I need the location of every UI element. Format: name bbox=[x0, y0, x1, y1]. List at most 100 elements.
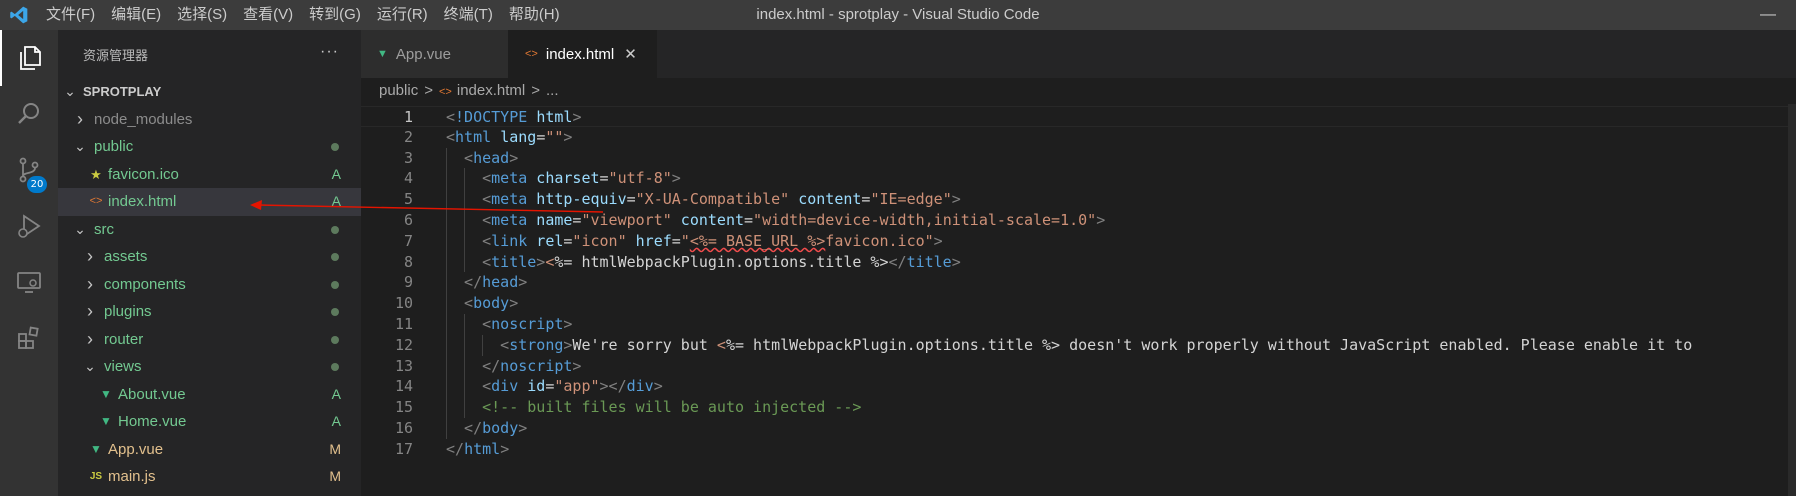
project-name: SPROTPLAY bbox=[83, 84, 162, 99]
line-number: 5 bbox=[403, 190, 413, 209]
code-token: </ bbox=[464, 273, 483, 292]
tree-item-views[interactable]: ⌄ views bbox=[58, 353, 361, 381]
breadcrumb-item[interactable]: ... bbox=[546, 82, 559, 99]
git-status-badge: M bbox=[329, 468, 341, 484]
indent-guide bbox=[464, 314, 466, 335]
breadcrumb-item[interactable]: public bbox=[379, 82, 418, 99]
indent-guide bbox=[464, 210, 466, 231]
modified-dot-icon bbox=[331, 363, 339, 371]
tree-item-main-js[interactable]: JS main.js M bbox=[58, 463, 361, 491]
code-line[interactable]: 5 <meta http-equiv="X-UA-Compatible" cont… bbox=[361, 189, 1796, 210]
code-line[interactable]: 7 <link rel="icon" href="<%= BASE_URL %>f… bbox=[361, 230, 1796, 252]
code-token: !DOCTYPE bbox=[455, 108, 528, 126]
minimize-button[interactable]: — bbox=[1760, 0, 1776, 30]
tree-item-app-vue[interactable]: ▼ App.vue M bbox=[58, 436, 361, 464]
code-token: div bbox=[626, 377, 654, 396]
code-line[interactable]: 2 <html lang=""> bbox=[361, 127, 1796, 148]
tree-item-assets[interactable]: › assets bbox=[58, 243, 361, 271]
code-text: <html lang=""> bbox=[446, 127, 572, 148]
code-text: <head> bbox=[464, 148, 518, 169]
menu-item[interactable]: 帮助(H) bbox=[501, 0, 568, 30]
tree-item-node-modules[interactable]: › node_modules bbox=[58, 106, 361, 134]
code-line[interactable]: 12 <strong>We're sorry but <%= htmlWebpac… bbox=[361, 334, 1796, 356]
project-root[interactable]: ⌄ SPROTPLAY bbox=[58, 78, 361, 106]
chevron-down-icon: ⌄ bbox=[64, 83, 76, 99]
line-number: 13 bbox=[394, 356, 413, 375]
code-token: < bbox=[482, 315, 492, 333]
code-token: < bbox=[482, 211, 492, 229]
vscode-logo-icon bbox=[0, 0, 38, 30]
menu-item[interactable]: 转到(G) bbox=[301, 0, 369, 30]
tab-app-vue[interactable]: ▼ App.vue bbox=[361, 30, 509, 78]
menu-item[interactable]: 文件(F) bbox=[38, 0, 103, 30]
code-token: > bbox=[509, 294, 519, 313]
indent-guide bbox=[446, 397, 447, 418]
menu-item[interactable]: 运行(R) bbox=[369, 0, 436, 30]
tree-item-label: components bbox=[104, 275, 186, 293]
code-line[interactable]: 4 <meta charset="utf-8"> bbox=[361, 168, 1796, 190]
code-token: </ bbox=[464, 419, 483, 437]
code-token: head bbox=[482, 273, 519, 292]
code-token: meta bbox=[491, 190, 528, 209]
code-text: </html> bbox=[446, 439, 509, 460]
code-line[interactable]: 11 <noscript> bbox=[361, 314, 1796, 335]
breadcrumb: public > <> index.html >... bbox=[361, 78, 1796, 104]
indent-guide bbox=[446, 210, 447, 231]
code-text: <div id="app"></div> bbox=[482, 376, 663, 397]
code-text: <!DOCTYPE html> bbox=[446, 107, 581, 128]
run-debug-icon[interactable] bbox=[0, 198, 58, 254]
tree-item-about-vue[interactable]: ▼ About.vue A bbox=[58, 381, 361, 409]
tree-item-components[interactable]: › components bbox=[58, 271, 361, 299]
tree-item-home-vue[interactable]: ▼ Home.vue A bbox=[58, 408, 361, 436]
tree-item-src[interactable]: ⌄ src bbox=[58, 216, 361, 244]
menu-item[interactable]: 选择(S) bbox=[169, 0, 235, 30]
menu-bar: 文件(F) 编辑(E) 选择(S) 查看(V) 转到(G) 运行(R) 终端(T) 帮助(H) bbox=[38, 0, 568, 30]
code-line[interactable]: 6 <meta name="viewport" content="width=de… bbox=[361, 210, 1796, 231]
code-line[interactable]: 16 </body> bbox=[361, 418, 1796, 439]
vue-file-icon: ▼ bbox=[100, 414, 112, 428]
tree-item-router[interactable]: › router bbox=[58, 326, 361, 354]
indent-guide bbox=[464, 334, 466, 356]
tree-item-index-html[interactable]: <> index.html A bbox=[58, 188, 361, 216]
editor-scrollbar[interactable] bbox=[1788, 104, 1796, 496]
code-token: > bbox=[572, 356, 582, 375]
code-line[interactable]: 15 <!-- built files will be auto injected… bbox=[361, 397, 1796, 418]
html-file-icon: <> bbox=[525, 48, 538, 60]
menu-item[interactable]: 编辑(E) bbox=[103, 0, 169, 30]
code-text: </noscript> bbox=[482, 356, 581, 377]
extensions-icon[interactable] bbox=[0, 310, 58, 366]
menu-item[interactable]: 查看(V) bbox=[235, 0, 301, 30]
close-icon[interactable]: ✕ bbox=[624, 45, 637, 63]
code-line[interactable]: 8 <title><%= htmlWebpackPlugin.options.ti… bbox=[361, 251, 1796, 273]
menu-item[interactable]: 终端(T) bbox=[436, 0, 501, 30]
html-file-icon: <> bbox=[438, 86, 455, 98]
chevron-down-icon: ⌄ bbox=[74, 138, 86, 154]
search-icon[interactable] bbox=[0, 86, 58, 142]
explorer-icon[interactable] bbox=[0, 30, 58, 86]
tab-index-html[interactable]: <> index.html ✕ bbox=[509, 30, 657, 78]
code-line[interactable]: 14 <div id="app"></div> bbox=[361, 376, 1796, 398]
tree-item-public[interactable]: ⌄ public bbox=[58, 133, 361, 161]
code-line[interactable]: 17 </html> bbox=[361, 439, 1796, 460]
tree-item-label: Home.vue bbox=[118, 413, 187, 430]
tree-item-favicon-ico[interactable]: ★ favicon.ico A bbox=[58, 161, 361, 189]
breadcrumb-item[interactable]: index.html bbox=[457, 82, 525, 99]
tree-item-label: main.js bbox=[108, 468, 156, 485]
code-line[interactable]: 13 </noscript> bbox=[361, 355, 1796, 377]
more-actions-icon[interactable]: ··· bbox=[320, 43, 339, 61]
tree-item-plugins[interactable]: › plugins bbox=[58, 298, 361, 326]
code-line[interactable]: 3 <head> bbox=[361, 147, 1796, 169]
indent-guide bbox=[446, 168, 447, 190]
code-token: meta bbox=[491, 169, 528, 188]
indent-guide bbox=[464, 355, 466, 377]
remote-explorer-icon[interactable] bbox=[0, 254, 58, 310]
code-line[interactable]: 1 <!DOCTYPE html> bbox=[361, 106, 1796, 127]
code-editor[interactable]: 1 <!DOCTYPE html> 2 <html lang=""> 3 <head> 4 <… bbox=[361, 104, 1796, 496]
code-line[interactable]: 9 </head> bbox=[361, 272, 1796, 294]
code-line[interactable]: 10 <body> bbox=[361, 293, 1796, 314]
source-control-icon[interactable]: 20 bbox=[0, 142, 58, 198]
